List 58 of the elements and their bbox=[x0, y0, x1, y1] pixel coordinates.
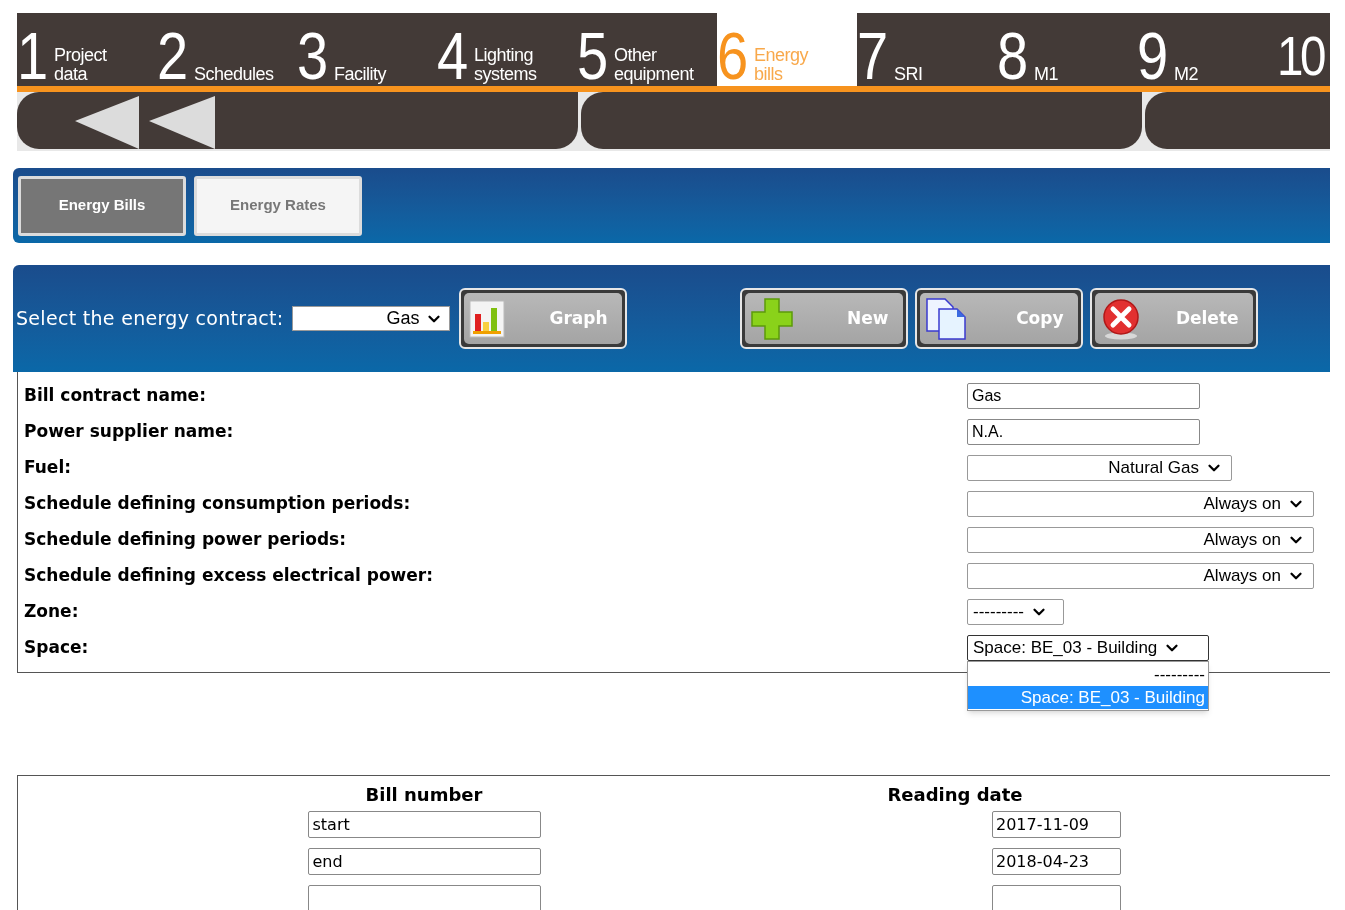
plus-icon bbox=[749, 296, 794, 341]
step-tab[interactable]: 2 Schedules bbox=[157, 13, 297, 86]
step-tab[interactable]: 3 Facility bbox=[297, 13, 437, 86]
reading-date-field[interactable] bbox=[992, 885, 1121, 910]
step-label: M2 bbox=[1174, 65, 1198, 84]
step-tab[interactable]: 9 M2 bbox=[1137, 13, 1277, 86]
text-field[interactable]: Gas bbox=[967, 383, 1200, 409]
field-label: Fuel: bbox=[23, 456, 73, 480]
field-label: Schedule defining excess electrical power: bbox=[23, 564, 435, 588]
bill-number-field[interactable]: end bbox=[307, 848, 541, 875]
step-number: 5 bbox=[577, 26, 610, 86]
tab[interactable]: Energy Rates bbox=[194, 175, 362, 236]
reading-date-field[interactable]: 2017-11-09 bbox=[992, 811, 1121, 838]
step-label: Lighting systems bbox=[474, 46, 537, 84]
step-label: Schedules bbox=[194, 65, 274, 84]
field-label: Zone: bbox=[23, 600, 80, 624]
select-field[interactable]: Always on bbox=[967, 491, 1314, 517]
step-number: 3 bbox=[297, 26, 330, 86]
select-field[interactable]: Natural Gas bbox=[967, 455, 1232, 481]
step-label: M1 bbox=[1034, 65, 1058, 84]
bar-chart-icon bbox=[468, 299, 505, 338]
step-number: 8 bbox=[997, 26, 1030, 86]
select-field[interactable]: Always on bbox=[967, 527, 1314, 553]
tab[interactable]: Energy Bills bbox=[18, 175, 186, 236]
contract-select[interactable]: Gas bbox=[291, 306, 450, 331]
step-label: SRI bbox=[894, 65, 923, 84]
step-number: 1 bbox=[17, 26, 50, 86]
field-label: Schedule defining power periods: bbox=[23, 528, 347, 552]
bill-number-field[interactable]: start bbox=[307, 811, 541, 838]
step-label: Energy bills bbox=[754, 46, 809, 84]
copy-icon bbox=[924, 296, 969, 341]
step-label: Facility bbox=[334, 65, 386, 84]
step-tab[interactable]: 7 SRI bbox=[857, 13, 997, 86]
text-field[interactable]: N.A. bbox=[967, 419, 1200, 445]
reading-date-field[interactable]: 2018-04-23 bbox=[992, 848, 1121, 875]
previous-button[interactable] bbox=[17, 92, 578, 149]
step-number: 4 bbox=[437, 26, 470, 86]
select-field[interactable]: Space: BE_03 - Building bbox=[967, 635, 1209, 661]
bill-number-field[interactable] bbox=[307, 885, 541, 910]
field-label: Bill contract name: bbox=[23, 384, 207, 408]
column-header: Bill number bbox=[364, 782, 484, 807]
step-number: 7 bbox=[857, 26, 890, 86]
step-number: 2 bbox=[157, 26, 190, 86]
dropdown-option[interactable]: --------- bbox=[968, 663, 1208, 686]
field-label: Space: bbox=[23, 636, 90, 660]
step-number: 10 bbox=[1277, 26, 1323, 86]
step-label: Project data bbox=[54, 46, 107, 84]
step-tab[interactable]: 8 M1 bbox=[997, 13, 1137, 86]
contract-label: Select the energy contract: bbox=[16, 306, 284, 332]
step-label: Other equipment bbox=[614, 46, 694, 84]
select-field[interactable]: Always on bbox=[967, 563, 1314, 589]
field-label: Schedule defining consumption periods: bbox=[23, 492, 412, 516]
step-tab[interactable]: 10 bbox=[1277, 13, 1345, 86]
step-number: 6 bbox=[717, 26, 750, 86]
select-field[interactable]: --------- bbox=[967, 599, 1064, 625]
field-label: Power supplier name: bbox=[23, 420, 235, 444]
step-number: 9 bbox=[1137, 26, 1170, 86]
column-header: Reading date bbox=[886, 782, 1024, 807]
